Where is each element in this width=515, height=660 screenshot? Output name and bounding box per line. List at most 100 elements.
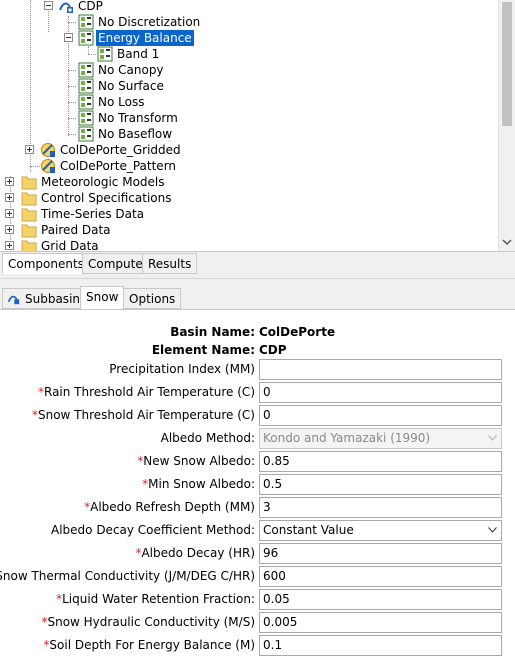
expand-icon[interactable] — [5, 193, 14, 202]
folder-icon — [21, 192, 37, 206]
tree-item-coldeporte-gridded[interactable]: ColDePorte_Gridded — [0, 142, 300, 158]
tree-item-energy-balance[interactable]: Energy Balance — [0, 30, 300, 46]
tree-item-cdp[interactable]: CDP — [0, 0, 300, 14]
snow-thermal-conductivity-label: *Snow Thermal Conductivity (J/M/DEG C/HR… — [0, 569, 255, 583]
element-name-label: Element Name: — [151, 343, 255, 357]
tree-folder-control-specifications[interactable]: Control Specifications — [0, 190, 300, 206]
rain-threshold-input[interactable]: 0 — [259, 382, 502, 403]
tab-subbasin[interactable]: Subbasin — [2, 288, 87, 309]
albedo-refresh-depth-input[interactable]: 3 — [259, 497, 502, 518]
tree-item-label: Time-Series Data — [41, 207, 145, 221]
method-icon — [78, 126, 94, 142]
tab-options[interactable]: Options — [123, 288, 182, 309]
tab-snow[interactable]: Snow — [80, 286, 125, 310]
snow-threshold-label: *Snow Threshold Air Temperature (C) — [31, 408, 255, 422]
tree-item-label: ColDePorte_Pattern — [60, 159, 177, 173]
expand-icon[interactable] — [25, 145, 34, 154]
method-icon — [78, 110, 94, 126]
tree-item-label: CDP — [78, 0, 103, 13]
folder-icon — [21, 240, 37, 251]
snow-threshold-input[interactable]: 0 — [259, 405, 502, 426]
collapse-icon[interactable] — [64, 33, 73, 42]
precipitation-index-label: Precipitation Index (MM) — [109, 362, 255, 376]
expand-icon[interactable] — [5, 177, 14, 186]
vertical-scrollbar[interactable] — [498, 0, 515, 251]
met-model-icon — [41, 159, 55, 173]
tree-item-label: Control Specifications — [41, 191, 172, 205]
method-icon — [78, 94, 94, 110]
snow-hydraulic-conductivity-label: *Snow Hydraulic Conductivity (M/S) — [41, 615, 255, 629]
tree-item-label: No Canopy — [98, 63, 164, 77]
project-tree[interactable]: CDP No Discretization Energy Balance Ban… — [0, 0, 515, 252]
snow-thermal-conductivity-input[interactable]: 600 — [259, 566, 502, 587]
soil-depth-input[interactable]: 0.1 — [259, 635, 502, 656]
basin-name-label: Basin Name: — [170, 325, 255, 339]
tree-item-band-1[interactable]: Band 1 — [0, 46, 300, 62]
snow-editor-panel: Basin Name: ColDePorte Element Name: CDP… — [0, 309, 515, 660]
min-snow-albedo-input[interactable]: 0.5 — [259, 474, 502, 495]
tree-item-label: No Baseflow — [98, 127, 173, 141]
albedo-decay-method-select[interactable]: Constant Value — [259, 520, 502, 541]
folder-icon — [21, 224, 37, 238]
project-tabs: Components Compute Results — [0, 253, 515, 277]
expand-icon[interactable] — [5, 225, 14, 234]
method-icon — [78, 30, 94, 46]
folder-icon — [21, 176, 37, 190]
tab-results[interactable]: Results — [142, 253, 198, 274]
method-icon — [97, 46, 113, 62]
new-snow-albedo-input[interactable]: 0.85 — [259, 451, 502, 472]
collapse-icon[interactable] — [44, 1, 53, 10]
albedo-decay-input[interactable]: 96 — [259, 543, 502, 564]
panel-splitter[interactable] — [0, 278, 515, 286]
new-snow-albedo-label: *New Snow Albedo: — [137, 454, 255, 468]
tab-components[interactable]: Components — [2, 253, 90, 274]
method-icon — [78, 78, 94, 94]
scrollbar-thumb[interactable] — [502, 2, 512, 126]
tree-item-no-surface[interactable]: No Surface — [0, 78, 300, 94]
tree-folder-grid-data[interactable]: Grid Data — [0, 238, 300, 252]
subbasin-icon — [7, 295, 20, 305]
element-name-value: CDP — [259, 343, 287, 357]
tree-item-label: No Discretization — [98, 15, 201, 29]
method-icon — [78, 14, 94, 30]
tree-item-label: No Loss — [98, 95, 145, 109]
albedo-decay-method-label: Albedo Decay Coefficient Method: — [51, 523, 255, 537]
tree-item-label: No Transform — [98, 111, 178, 125]
met-model-icon — [41, 143, 55, 157]
liquid-water-retention-input[interactable]: 0.05 — [259, 589, 502, 610]
tree-item-label: No Surface — [98, 79, 164, 93]
snow-hydraulic-conductivity-input[interactable]: 0.005 — [259, 612, 502, 633]
tree-item-no-baseflow[interactable]: No Baseflow — [0, 126, 300, 142]
tree-folder-meteorologic-models[interactable]: Meteorologic Models — [0, 174, 300, 190]
chevron-down-icon — [488, 435, 497, 441]
rain-threshold-label: *Rain Threshold Air Temperature (C) — [38, 385, 255, 399]
tree-folder-time-series-data[interactable]: Time-Series Data — [0, 206, 300, 222]
tree-item-label: Band 1 — [117, 47, 160, 61]
albedo-method-select: Kondo and Yamazaki (1990) — [259, 428, 502, 449]
expand-icon[interactable] — [5, 241, 14, 250]
chevron-down-icon[interactable] — [488, 527, 497, 533]
liquid-water-retention-label: *Liquid Water Retention Fraction: — [56, 592, 255, 606]
tree-item-coldeporte-pattern[interactable]: ColDePorte_Pattern — [0, 158, 300, 174]
tree-item-label: Grid Data — [41, 239, 99, 252]
chevron-down-icon[interactable] — [501, 236, 513, 248]
tree-item-label: Meteorologic Models — [41, 175, 165, 189]
basin-name-value: ColDePorte — [259, 325, 336, 339]
tree-folder-paired-data[interactable]: Paired Data — [0, 222, 300, 238]
tree-item-label: Energy Balance — [96, 30, 194, 46]
component-editor-tabs: Subbasin Snow Options — [0, 286, 515, 310]
subbasin-icon — [59, 2, 73, 13]
tree-item-no-discretization[interactable]: No Discretization — [0, 14, 300, 30]
albedo-decay-label: *Albedo Decay (HR) — [135, 546, 255, 560]
albedo-refresh-depth-label: *Albedo Refresh Depth (MM) — [84, 500, 255, 514]
tree-item-label: Paired Data — [41, 223, 111, 237]
albedo-method-label: Albedo Method: — [160, 431, 255, 445]
tree-item-no-transform[interactable]: No Transform — [0, 110, 300, 126]
tree-item-no-canopy[interactable]: No Canopy — [0, 62, 300, 78]
folder-icon — [21, 208, 37, 222]
method-icon — [78, 62, 94, 78]
tab-compute[interactable]: Compute — [82, 253, 149, 274]
expand-icon[interactable] — [5, 209, 14, 218]
precipitation-index-input[interactable] — [259, 359, 502, 380]
tree-item-no-loss[interactable]: No Loss — [0, 94, 300, 110]
